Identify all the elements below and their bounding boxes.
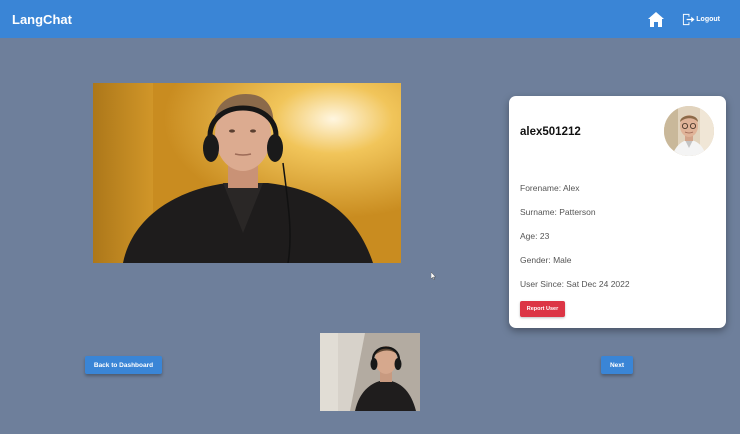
navbar-actions: Logout [648,11,728,27]
home-icon[interactable] [648,11,665,27]
next-button[interactable]: Next [601,356,633,374]
report-user-button[interactable]: Report User [520,301,565,317]
surname-text: Surname: Patterson [520,207,596,217]
logout-label: Logout [696,15,720,23]
profile-card: alex501212 Forename: Alex Surname: Patte… [509,96,726,328]
mouse-cursor-icon [431,272,436,280]
logout-icon [683,13,695,25]
self-video-preview [320,333,420,411]
remote-video-feed [93,83,401,263]
back-to-dashboard-button[interactable]: Back to Dashboard [85,356,162,374]
avatar [664,106,714,156]
top-navbar: LangChat Logout [0,0,740,38]
logout-button[interactable]: Logout [682,13,720,26]
brand-logo[interactable]: LangChat [12,12,72,27]
age-text: Age: 23 [520,231,550,241]
user-since-text: User Since: Sat Dec 24 2022 [520,279,630,289]
profile-username: alex501212 [520,126,581,138]
forename-text: Forename: Alex [520,183,580,193]
gender-text: Gender: Male [520,255,572,265]
